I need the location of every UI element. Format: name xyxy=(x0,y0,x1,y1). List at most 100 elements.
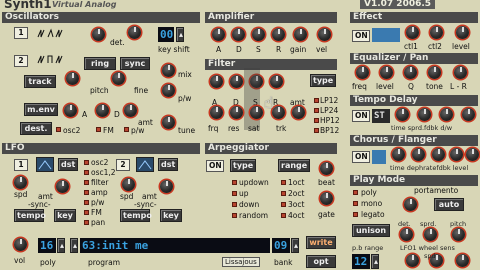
ring-button[interactable]: ring xyxy=(84,57,116,70)
effect-type-display[interactable] xyxy=(372,28,400,42)
lfo1-toggle[interactable]: 1 xyxy=(14,159,28,171)
unison-sprd-knob[interactable] xyxy=(424,228,437,241)
amp-s-knob[interactable] xyxy=(252,28,265,41)
chorus-rate-knob[interactable] xyxy=(432,148,445,161)
delay-st-display[interactable]: ST xyxy=(372,109,390,123)
osc1-toggle[interactable]: 1 xyxy=(14,27,28,39)
unison-pitch-knob[interactable] xyxy=(452,228,465,241)
amp-d-knob[interactable] xyxy=(232,28,245,41)
lfo1-osc2-led[interactable] xyxy=(84,160,89,165)
arp-1oct-led[interactable] xyxy=(281,180,286,185)
lp12-led[interactable] xyxy=(314,98,319,103)
eq-q-knob[interactable] xyxy=(404,66,417,79)
arp-on-button[interactable]: ON xyxy=(206,160,224,172)
play-mono-led[interactable] xyxy=(353,201,358,206)
dest-fm-led[interactable] xyxy=(96,127,101,132)
arp-3oct-led[interactable] xyxy=(281,202,286,207)
osc2-pitch-knob[interactable] xyxy=(66,72,79,85)
filter-d-knob[interactable] xyxy=(230,75,243,88)
osc2-fine-knob[interactable] xyxy=(112,72,125,85)
arp-down-led[interactable] xyxy=(232,202,237,207)
chorus-fdbk-knob[interactable] xyxy=(450,148,463,161)
unison-det-knob[interactable] xyxy=(400,228,413,241)
key-shift-stepper[interactable]: ▴ xyxy=(176,27,184,42)
dest-button[interactable]: dest. xyxy=(20,122,52,135)
chorus-time-knob[interactable] xyxy=(392,148,405,161)
osc-pw-knob[interactable] xyxy=(162,84,175,97)
dest-pw-led[interactable] xyxy=(124,127,129,132)
delay-fdbk-knob[interactable] xyxy=(440,108,453,121)
lfo1-osc12-led[interactable] xyxy=(84,170,89,175)
key-shift-display[interactable]: 00 xyxy=(158,27,174,42)
menv-a-knob[interactable] xyxy=(64,104,77,117)
effect-on-button[interactable]: ON xyxy=(352,30,370,42)
arp-range-button[interactable]: range xyxy=(278,159,310,172)
lfo2-tempo-button[interactable]: tempo xyxy=(120,209,152,222)
dest-osc2-led[interactable] xyxy=(56,127,61,132)
write-button[interactable]: write xyxy=(306,236,336,249)
opt-button[interactable]: opt xyxy=(306,255,336,268)
arp-2oct-led[interactable] xyxy=(281,191,286,196)
play-legato-led[interactable] xyxy=(353,212,358,217)
lfo2-toggle[interactable]: 2 xyxy=(116,159,130,171)
filter-res-knob[interactable] xyxy=(230,106,243,119)
lfo2-amt-knob[interactable] xyxy=(160,180,173,193)
filter-r-knob[interactable] xyxy=(270,75,283,88)
delay-on-button[interactable]: ON xyxy=(352,110,370,122)
osc1-wave-icon[interactable] xyxy=(36,27,66,40)
menv-d-knob[interactable] xyxy=(96,104,109,117)
volume-knob[interactable] xyxy=(14,238,27,251)
chorus-on-button[interactable]: ON xyxy=(352,151,370,163)
osc2-wave-icon[interactable] xyxy=(36,53,66,66)
lfo2-dst-button[interactable]: dst xyxy=(158,158,178,171)
pb-range-stepper[interactable]: ▴ xyxy=(371,254,379,269)
chorus-type-display[interactable] xyxy=(372,150,386,164)
lfo1-wave-icon[interactable] xyxy=(36,157,54,172)
program-stepper[interactable]: ▴ xyxy=(70,238,78,253)
osc-tune-knob[interactable] xyxy=(162,116,175,129)
chorus-level-knob[interactable] xyxy=(466,148,479,161)
effect-ctl2-knob[interactable] xyxy=(430,26,443,39)
lfo1-tempo-button[interactable]: tempo xyxy=(14,209,46,222)
lfo2-spd-knob[interactable] xyxy=(122,178,135,191)
play-poly-led[interactable] xyxy=(353,190,358,195)
eq-level-knob[interactable] xyxy=(380,66,393,79)
arp-beat-knob[interactable] xyxy=(320,162,333,175)
filter-frq-knob[interactable] xyxy=(210,106,223,119)
program-display[interactable]: 63:init me xyxy=(80,238,270,253)
lfo1-amt-knob[interactable] xyxy=(56,180,69,193)
lfo1-wheel-spd-knob[interactable] xyxy=(406,254,419,267)
track-button[interactable]: track xyxy=(24,75,56,88)
arp-up-led[interactable] xyxy=(232,191,237,196)
osc1-fm-knob[interactable] xyxy=(128,26,141,39)
lfo1-dst-button[interactable]: dst xyxy=(58,158,78,171)
amp-gain-knob[interactable] xyxy=(294,28,307,41)
auto-button[interactable]: auto xyxy=(434,198,464,211)
portamento-knob[interactable] xyxy=(404,198,417,211)
lfo1-fm-led[interactable] xyxy=(84,210,89,215)
lfo2-key-button[interactable]: key xyxy=(160,209,182,222)
effect-ctl1-knob[interactable] xyxy=(406,26,419,39)
delay-sprd-knob[interactable] xyxy=(418,108,431,121)
bank-display[interactable]: 09 xyxy=(272,238,290,253)
eq-tone-knob[interactable] xyxy=(428,66,441,79)
filter-amt-knob[interactable] xyxy=(292,106,305,119)
delay-time-knob[interactable] xyxy=(396,108,409,121)
amp-a-knob[interactable] xyxy=(212,28,225,41)
wheel-sens-knob[interactable] xyxy=(456,254,469,267)
filter-sat-knob[interactable] xyxy=(250,106,263,119)
poly-display[interactable]: 16 xyxy=(38,238,56,253)
arp-updown-led[interactable] xyxy=(232,180,237,185)
effect-level-knob[interactable] xyxy=(456,26,469,39)
lfo2-wave-icon[interactable] xyxy=(136,157,154,172)
filter-type-button[interactable]: type xyxy=(310,74,336,87)
delay-dw-knob[interactable] xyxy=(462,108,475,121)
lfo1-pw-led[interactable] xyxy=(84,200,89,205)
lfo1-amp-led[interactable] xyxy=(84,190,89,195)
arp-type-button[interactable]: type xyxy=(230,159,256,172)
lfo1-spd-knob[interactable] xyxy=(14,176,27,189)
arp-gate-knob[interactable] xyxy=(320,192,333,205)
hp12-led[interactable] xyxy=(314,118,319,123)
unison-button[interactable]: unison xyxy=(352,224,390,237)
chorus-depth-knob[interactable] xyxy=(412,148,425,161)
